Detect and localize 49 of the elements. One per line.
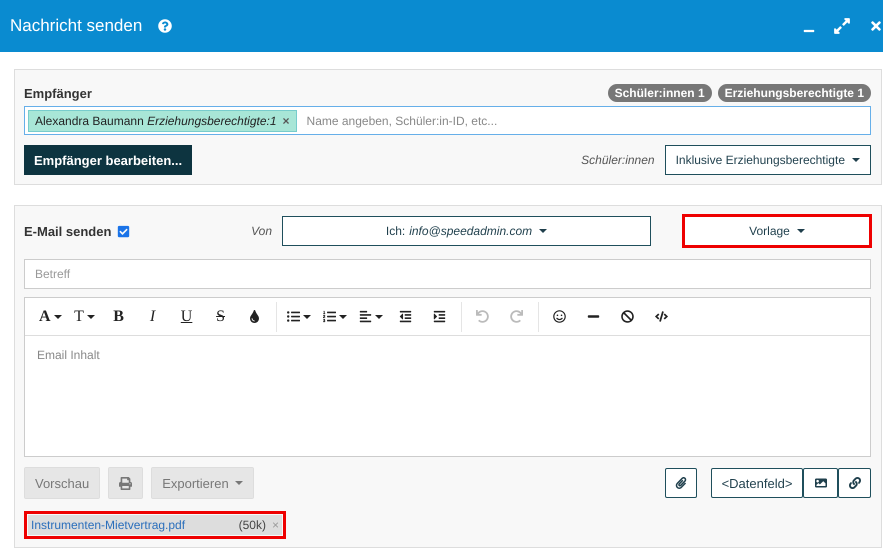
attach-button[interactable]: [665, 468, 697, 498]
filter-dropdown[interactable]: Inklusive Erziehungsberechtigte: [664, 145, 871, 175]
recipients-label: Empfänger: [24, 86, 92, 100]
attachment-link[interactable]: Instrumenten-Mietvertrag.pdf: [31, 518, 186, 532]
align-left-icon: [358, 310, 372, 323]
ban-icon: [621, 310, 634, 323]
sender-dropdown[interactable]: Ich: info@speedadmin.com: [282, 216, 651, 246]
help-icon[interactable]: [158, 19, 172, 33]
edit-recipients-button[interactable]: Empfänger bearbeiten...: [24, 145, 192, 175]
send-email-label: E-Mail senden: [24, 224, 112, 238]
font-size-button[interactable]: T: [68, 302, 102, 332]
window-title: Nachricht senden: [10, 16, 142, 36]
image-icon: [814, 477, 826, 489]
filter-label: Schüler:innen: [581, 153, 655, 167]
from-label: Von: [251, 224, 272, 238]
font-button[interactable]: A: [33, 302, 68, 332]
print-icon: [119, 476, 132, 490]
underline-button[interactable]: U: [170, 302, 204, 332]
bold-button[interactable]: B: [102, 302, 136, 332]
recipient-tag[interactable]: Alexandra Baumann Erziehungsberechtigte:1 ×: [28, 110, 297, 132]
template-dropdown[interactable]: Vorlage: [684, 216, 870, 246]
outdent-icon: [399, 310, 412, 323]
subject-field[interactable]: Betreff: [24, 259, 871, 289]
count-badge: Erziehungsberechtigte 1: [718, 84, 871, 102]
bullet-list-icon: [286, 310, 300, 323]
datafield-button[interactable]: <Datenfeld>: [711, 468, 803, 498]
export-button[interactable]: Exportieren: [151, 467, 254, 499]
numbered-list-icon: [322, 310, 336, 323]
count-badge: Schüler:innen 1: [608, 84, 712, 102]
italic-button[interactable]: I: [136, 302, 170, 332]
redo-icon: [510, 310, 524, 323]
smiley-icon: [553, 310, 566, 323]
body-field[interactable]: Email Inhalt: [35, 347, 860, 363]
file-size: (50k): [238, 518, 266, 532]
strikethrough-button[interactable]: S: [204, 302, 238, 332]
image-button[interactable]: [803, 468, 838, 498]
code-icon: [655, 310, 668, 323]
print-button[interactable]: [108, 467, 144, 499]
recipient-field[interactable]: Alexandra Baumann Erziehungsberechtigte:1 × Name angeben, Schüler:in-ID, etc...: [24, 106, 871, 135]
close-icon[interactable]: [869, 19, 883, 33]
preview-button[interactable]: Vorschau: [24, 467, 100, 499]
link-icon: [848, 477, 860, 489]
undo-icon: [476, 310, 490, 323]
link-button[interactable]: [838, 468, 871, 498]
send-email-checkbox[interactable]: [117, 224, 130, 238]
paperclip-icon: [675, 477, 687, 489]
expand-icon[interactable]: [833, 17, 851, 35]
indent-icon: [433, 310, 446, 323]
drop-icon: [248, 310, 262, 323]
